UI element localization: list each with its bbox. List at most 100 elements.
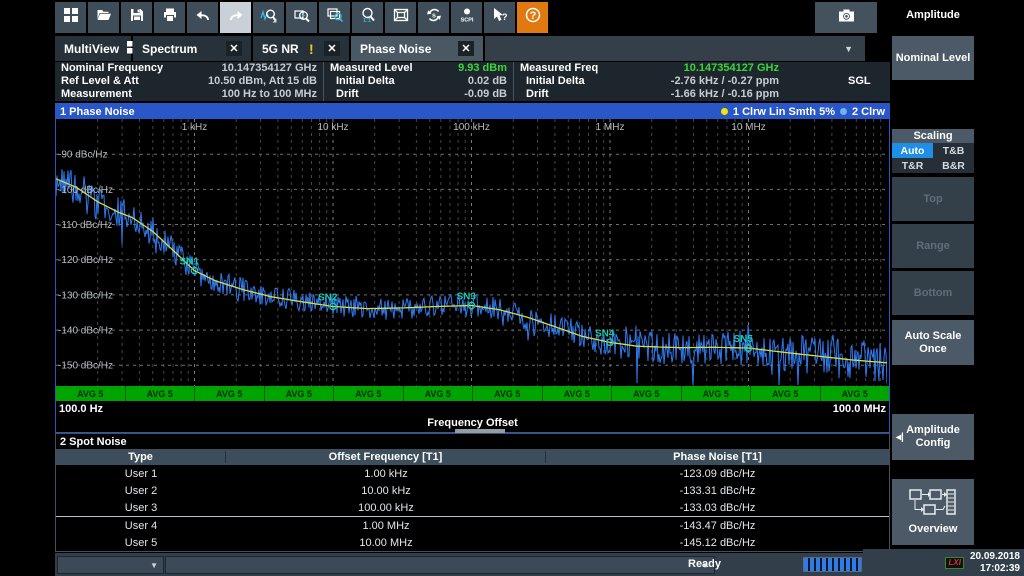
spot-noise-cell: User 4: [56, 520, 226, 532]
frame-icon: [393, 7, 409, 28]
col-header-type: Type: [56, 451, 226, 463]
x-tick-label: 10 kHz: [317, 122, 348, 133]
amplitude-config-label: Amplitude Config: [892, 424, 974, 450]
info-label: Measured Level: [330, 62, 413, 75]
scpi-icon: SCPI: [458, 7, 476, 28]
marker-SN4-label: SN4: [595, 328, 615, 339]
top-button[interactable]: Top: [892, 177, 974, 221]
toolbar-zoom-area-button[interactable]: [286, 2, 317, 33]
toolbar-redo-button[interactable]: [220, 2, 251, 33]
softkey-menu-title: Amplitude: [891, 0, 975, 30]
status-dropdown-main[interactable]: ▼: [165, 556, 715, 574]
toolbar-scpi-button[interactable]: SCPI: [451, 2, 482, 33]
col-header-offset-frequency: Offset Frequency [T1]: [226, 451, 546, 463]
scaling-option-br[interactable]: B&R: [933, 158, 974, 173]
status-ready: Ready: [688, 558, 721, 570]
toolbar-help-button[interactable]: ?: [517, 2, 548, 33]
info-value: -2.76 kHz / -0.27 ppm: [671, 75, 779, 88]
zoom-1-1-icon: 1:1: [360, 7, 376, 28]
toolbar-frame-button[interactable]: [385, 2, 416, 33]
spot-noise-row[interactable]: User 3100.00 kHz-133.03 dBc/Hz: [56, 499, 889, 516]
scaling-option-tr[interactable]: T&R: [892, 158, 933, 173]
trace-1-clrw-smoothed: [56, 179, 887, 363]
x-tick-label: 1 MHz: [596, 122, 625, 133]
spot-noise-row[interactable]: User 210.00 kHz-133.31 dBc/Hz: [56, 482, 889, 499]
spot-noise-cell: User 1: [56, 468, 226, 480]
trace-legend: 1 Clrw Lin Smth 5%2 Clrw: [721, 106, 885, 118]
toolbar-context-help-button[interactable]: ?: [484, 2, 515, 33]
chevron-down-icon: ▼: [844, 44, 853, 54]
overview-button[interactable]: Overview: [892, 479, 974, 545]
scaling-header: Scaling: [892, 129, 974, 143]
trace-dot-icon: [721, 108, 728, 115]
info-label: Drift: [330, 88, 359, 101]
spot-noise-cell: User 2: [56, 485, 226, 497]
y-tick-label: -90 dBc/Hz: [58, 150, 107, 161]
x-tick-label: 1 kHz: [182, 122, 208, 133]
tab-close-icon[interactable]: ✕: [226, 41, 242, 56]
date-label: 20.09.2018: [970, 551, 1020, 562]
tab-close-icon[interactable]: ✕: [458, 41, 474, 56]
status-bar: ▼ ▼ Ready: [55, 553, 863, 576]
phase-noise-window-titlebar[interactable]: 1 Phase Noise 1 Clrw Lin Smth 5%2 Clrw: [56, 104, 889, 119]
phase-noise-plot[interactable]: SN1SN2SN3SN4SN51 kHz10 kHz100 kHz1 MHz10…: [56, 119, 887, 386]
toolbar-print-button[interactable]: [154, 2, 185, 33]
scaling-option-tb[interactable]: T&B: [933, 143, 974, 158]
toolbar-windows-button[interactable]: [55, 2, 86, 33]
info-value: -0.09 dB: [464, 88, 507, 101]
instrument-screen: 1:1 s SCPI?? MultiViewSpectrum✕5G NR!✕Phas…: [0, 0, 1024, 576]
spot-noise-cell: -143.47 dBc/Hz: [546, 520, 889, 532]
avg-segment: AVG 5: [612, 386, 682, 401]
trace-dot-icon: [840, 108, 847, 115]
auto-scale-once-button[interactable]: Auto Scale Once: [892, 320, 974, 365]
range-button[interactable]: Range: [892, 224, 974, 268]
measurement-info-bar: Nominal Frequency10.147354127 GHzRef Lev…: [55, 62, 890, 101]
info-value: -1.66 kHz / -0.16 ppm: [671, 88, 779, 101]
info-row: Drift -0.09 dB: [330, 88, 507, 101]
avg-segment: AVG 5: [334, 386, 404, 401]
spot-noise-cell: 10.00 kHz: [226, 485, 546, 497]
x-axis-stop-label: 100.0 MHz: [833, 403, 886, 415]
status-dropdown-left[interactable]: ▼: [57, 556, 164, 574]
info-value: 100 Hz to 100 MHz: [222, 88, 317, 101]
toolbar-undo-button[interactable]: [187, 2, 218, 33]
tab-overflow-dropdown[interactable]: ▼: [485, 36, 865, 61]
toolbar-sync-button[interactable]: s: [418, 2, 449, 33]
print-icon: [162, 7, 178, 28]
toolbar-zoom-1-1-button[interactable]: 1:1: [352, 2, 383, 33]
bottom-button[interactable]: Bottom: [892, 271, 974, 315]
spot-noise-row[interactable]: User 510.00 MHz-145.12 dBc/Hz: [56, 534, 889, 551]
info-row: Drift-1.66 kHz / -0.16 ppm: [520, 88, 779, 101]
screenshot-button[interactable]: [815, 2, 877, 33]
scaling-selector: Scaling Auto T&B T&R B&R: [892, 129, 974, 173]
toolbar-save-button[interactable]: [121, 2, 152, 33]
tab-5g-nr[interactable]: 5G NR!✕: [253, 36, 349, 61]
scaling-option-auto[interactable]: Auto: [892, 143, 933, 158]
x-tick-label: 100 kHz: [453, 122, 490, 133]
tab-spectrum[interactable]: Spectrum✕: [133, 36, 251, 61]
nominal-level-button[interactable]: Nominal Level: [892, 36, 974, 80]
spot-noise-title: 2 Spot Noise: [56, 434, 889, 449]
toolbar-open-folder-button[interactable]: [88, 2, 119, 33]
spot-noise-row[interactable]: User 41.00 MHz-143.47 dBc/Hz: [56, 516, 889, 534]
tab-multiview[interactable]: MultiView: [55, 36, 131, 61]
y-tick-label: -110 dBc/Hz: [58, 220, 112, 231]
avg-segment: AVG 5: [265, 386, 335, 401]
tab-phase-noise[interactable]: Phase Noise✕: [351, 36, 483, 61]
spot-noise-row[interactable]: User 11.00 kHz-123.09 dBc/Hz: [56, 465, 889, 482]
softkey-panel: Amplitude Nominal Level Scaling Auto T&B…: [891, 0, 975, 576]
camera-icon: [838, 7, 855, 28]
info-column: Measured Freq10.147354127 GHzInitial Del…: [513, 62, 785, 101]
info-label: Measured Freq: [520, 62, 598, 75]
tab-close-icon[interactable]: ✕: [324, 41, 340, 56]
spot-noise-header-row: Type Offset Frequency [T1] Phase Noise […: [56, 449, 889, 465]
spot-noise-cell: 1.00 MHz: [226, 520, 546, 532]
toolbar-zoom-multi-button[interactable]: [319, 2, 350, 33]
toolbar-zoom-trace-button[interactable]: [253, 2, 284, 33]
svg-text:s: s: [432, 13, 436, 20]
avg-segment: AVG 5: [682, 386, 752, 401]
info-row: Initial Delta0.02 dB: [330, 75, 507, 88]
overview-label: Overview: [909, 523, 958, 536]
info-column: Measured Level9.93 dBmInitial Delta0.02 …: [323, 62, 513, 101]
amplitude-config-button[interactable]: ◂| Amplitude Config: [892, 414, 974, 460]
